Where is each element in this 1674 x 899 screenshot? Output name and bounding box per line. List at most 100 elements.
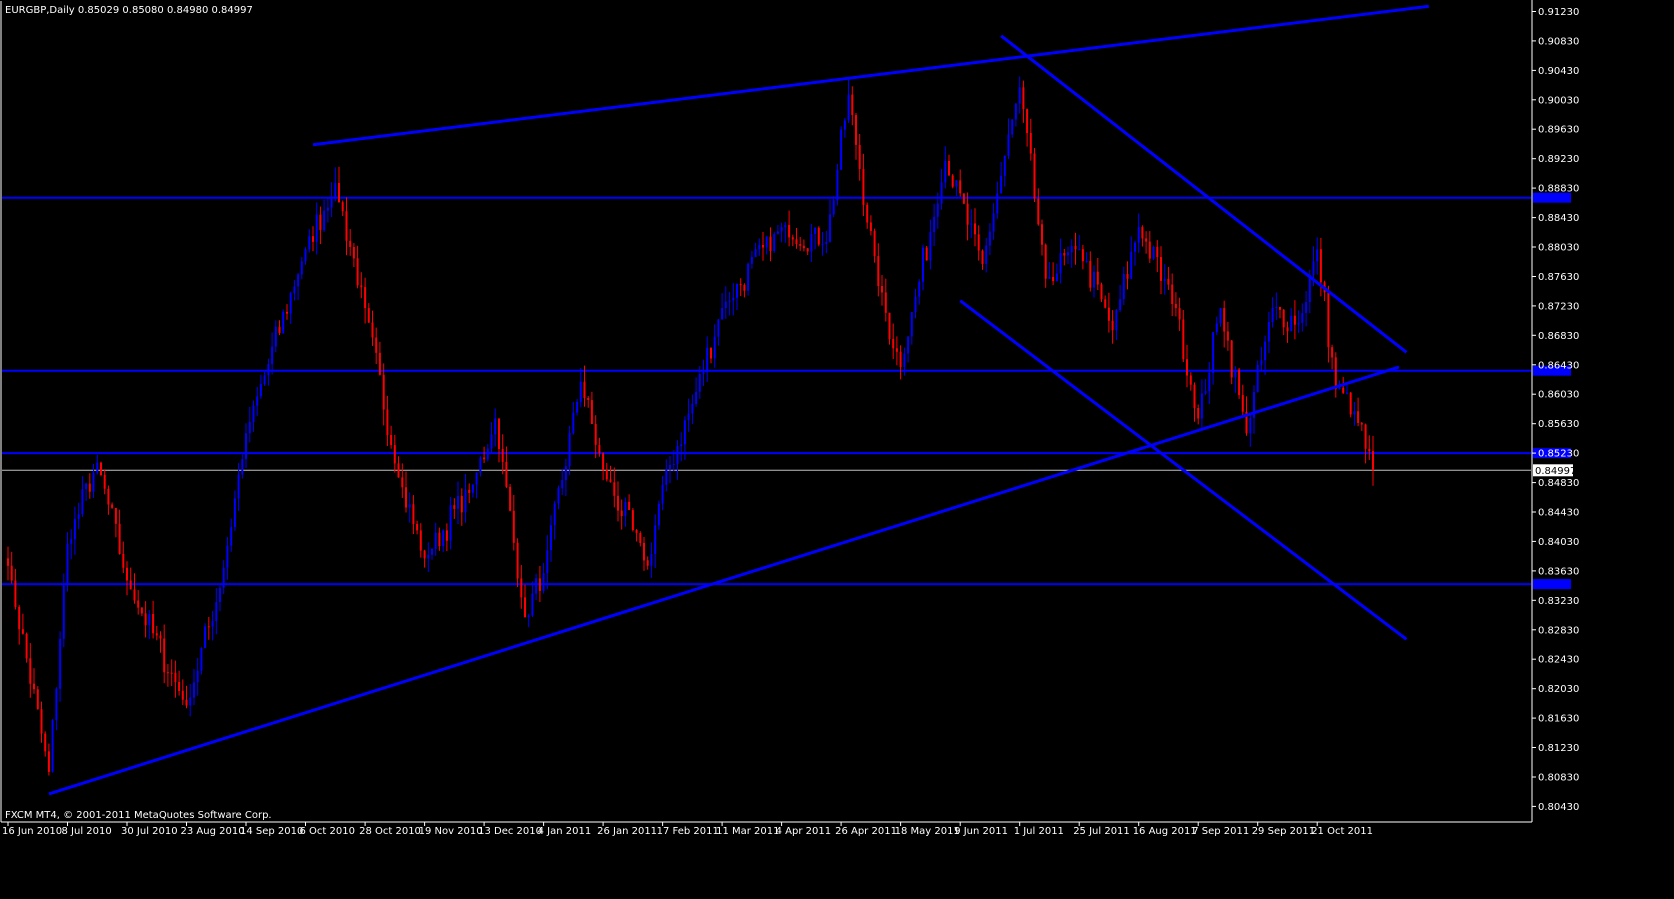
candle-body: [434, 532, 437, 549]
candlestick: [1152, 245, 1155, 261]
candle-body: [1186, 359, 1188, 376]
candle-body: [457, 495, 459, 509]
candle-body: [494, 418, 497, 435]
candle-body: [855, 115, 857, 145]
candle-body: [944, 160, 947, 183]
candle-body: [1059, 253, 1062, 274]
candle-body: [100, 462, 102, 475]
candle-body: [1267, 322, 1270, 342]
candle-body: [155, 633, 158, 636]
candle-body: [1052, 277, 1055, 282]
candle-body: [326, 207, 329, 211]
candle-body: [1104, 299, 1107, 308]
candle-body: [639, 533, 642, 543]
candle-body: [509, 486, 512, 511]
candle-body: [289, 293, 292, 314]
candle-body: [895, 348, 898, 352]
candle-body: [1312, 261, 1315, 275]
candle-body: [583, 381, 586, 398]
candle-body: [524, 597, 526, 618]
candle-body: [724, 301, 727, 309]
candle-body: [829, 214, 831, 242]
candle-body: [750, 256, 753, 264]
candle-body: [111, 504, 114, 508]
candle-body: [613, 482, 616, 496]
price-tick-label: 0.83630: [1538, 566, 1579, 577]
candle-body: [319, 214, 322, 231]
candle-body: [360, 285, 363, 288]
chart-window[interactable]: 0.91230 0.90830 0.90430 0.90030 0.89630 0.892…: [0, 0, 1674, 895]
candle-body: [1189, 375, 1192, 385]
candle-body: [1093, 271, 1095, 288]
candle-body: [1107, 307, 1110, 321]
current-price-label: 0.84997: [1535, 466, 1576, 477]
candlestick: [773, 231, 776, 253]
candle-body: [527, 615, 530, 618]
candle-body: [1342, 387, 1345, 393]
candlestick: [25, 632, 28, 663]
price-tick-label: 0.89630: [1538, 125, 1579, 136]
candle-body: [806, 248, 809, 252]
candle-body: [300, 261, 303, 275]
candlestick: [962, 193, 965, 205]
candle-body: [92, 472, 95, 492]
candle-body: [1029, 133, 1032, 154]
candle-body: [773, 233, 776, 251]
candle-body: [1119, 299, 1122, 311]
candle-body: [248, 422, 251, 434]
candle-body: [375, 337, 378, 353]
time-tick-label: 16 Aug 2011: [1133, 826, 1197, 837]
candle-body: [453, 505, 456, 509]
candle-body: [910, 312, 913, 337]
candle-body: [211, 621, 214, 627]
price-tick-label: 0.88030: [1538, 243, 1579, 254]
candlestick: [951, 174, 954, 189]
candle-body: [163, 638, 166, 673]
candle-body: [561, 480, 564, 489]
candle-body: [776, 231, 779, 234]
candle-body: [687, 413, 690, 421]
time-tick-label: 21 Oct 2011: [1311, 826, 1373, 837]
candle-body: [1089, 260, 1092, 288]
candle-body: [338, 183, 340, 203]
time-tick-label: 6 Oct 2010: [300, 826, 355, 837]
candle-body: [259, 384, 262, 397]
candlestick: [1238, 367, 1241, 399]
candle-body: [293, 286, 296, 294]
candle-body: [96, 462, 99, 473]
candle-body: [371, 322, 374, 338]
candle-body: [1327, 292, 1330, 348]
candle-body: [1349, 392, 1352, 415]
candle-body: [129, 580, 132, 590]
time-tick-label: 25 Jul 2011: [1073, 826, 1130, 837]
price-chart[interactable]: 0.91230 0.90830 0.90430 0.90030 0.89630 0.892…: [0, 0, 1674, 895]
time-tick-label: 18 May 2011: [895, 826, 960, 837]
price-tick-label: 0.90830: [1538, 36, 1579, 47]
candle-body: [114, 507, 117, 524]
candle-body: [594, 423, 597, 445]
price-tick-label: 0.82830: [1538, 625, 1579, 636]
candle-body: [245, 433, 247, 460]
candle-body: [241, 459, 244, 475]
candle-body: [274, 326, 277, 347]
candle-body: [471, 484, 474, 493]
candle-body: [576, 401, 579, 413]
candle-body: [185, 699, 188, 706]
candle-body: [51, 720, 54, 772]
candle-body: [546, 550, 549, 574]
candle-body: [791, 237, 794, 240]
candle-body: [126, 567, 128, 581]
candle-body: [762, 245, 764, 248]
candle-body: [382, 374, 385, 410]
candle-body: [152, 614, 155, 634]
price-tick-label: 0.82430: [1538, 655, 1579, 666]
candle-body: [1171, 284, 1174, 304]
candle-body: [181, 690, 184, 700]
candle-body: [445, 530, 448, 541]
candle-body: [397, 463, 400, 478]
candle-body: [59, 638, 62, 689]
candle-body: [974, 223, 976, 235]
candle-body: [940, 182, 943, 204]
candle-body: [587, 398, 590, 400]
candle-body: [654, 525, 657, 554]
